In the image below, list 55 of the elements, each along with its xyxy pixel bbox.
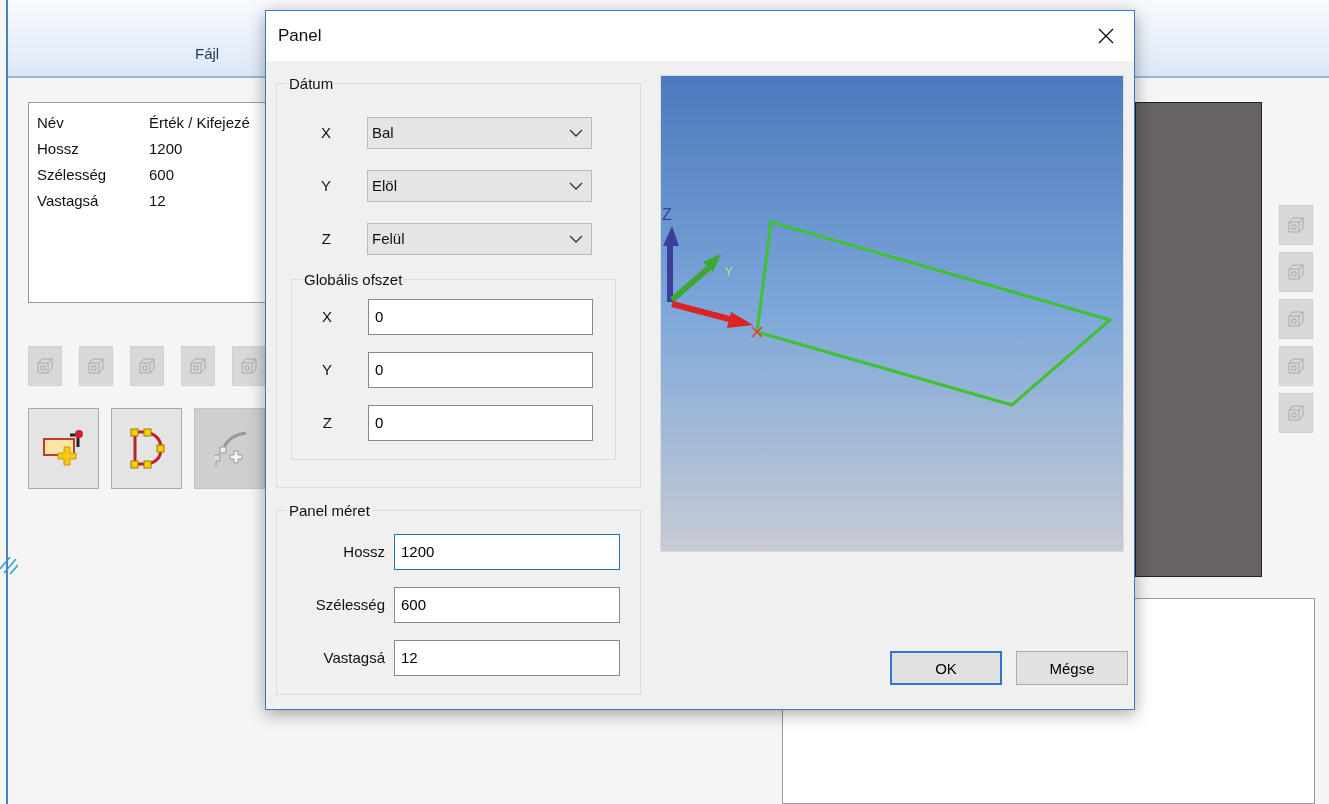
field-label: Z (320, 230, 332, 247)
column-header: Érték / Kifejezé (149, 113, 250, 131)
table-cell: 12 (149, 191, 166, 209)
table-cell-text: Hossz (37, 139, 80, 157)
dropdown[interactable]: Felül (367, 222, 592, 255)
dropdown[interactable]: Elöl (367, 169, 592, 202)
chevron-down-icon (569, 234, 583, 243)
field-label: Z (321, 414, 333, 431)
table-cell-text: Szélesség (37, 165, 108, 183)
cube-icon (87, 357, 105, 375)
cube-icon (36, 357, 54, 375)
axis-label: Z (662, 206, 672, 223)
group-title: Panel méret (288, 502, 371, 519)
column-header: Név (37, 113, 65, 131)
field-label: X (321, 308, 333, 325)
cube-icon (240, 357, 258, 375)
field-label: X (320, 124, 332, 141)
tool-button[interactable] (111, 408, 182, 489)
table-cell: 600 (149, 165, 175, 183)
chevron-down-icon (569, 128, 583, 137)
group-title: Dátum (288, 75, 335, 92)
cube-icon (189, 357, 207, 375)
field-label: Vastagsá (322, 649, 386, 666)
table-cell: 1200 (149, 139, 183, 157)
dialog-button[interactable]: Mégse (1016, 651, 1128, 685)
input-field[interactable]: 0 (368, 351, 593, 388)
close-icon[interactable] (1098, 28, 1114, 44)
file-tab[interactable]: Fájl (195, 45, 220, 62)
cube-icon (1287, 216, 1305, 234)
cube-icon (1287, 310, 1305, 328)
dropdown[interactable]: Bal (367, 116, 592, 149)
group-title: Globális ofszet (303, 271, 404, 288)
axis-label: Y (725, 265, 733, 279)
field-label: Szélesség (314, 596, 386, 613)
y-axis-arrow (670, 254, 721, 303)
panel-add-icon (41, 428, 86, 469)
chevron-down-icon (569, 181, 583, 190)
input-field[interactable]: 0 (368, 298, 593, 335)
field-label: Y (321, 361, 333, 378)
field-label: Y (320, 177, 332, 194)
window-title: Panel (278, 26, 322, 46)
cube-icon (1287, 404, 1305, 422)
field-label: Hossz (342, 543, 386, 560)
cube-icon (1287, 263, 1305, 281)
dialog-button[interactable]: OK (890, 651, 1002, 685)
input-field[interactable]: 1200 (394, 533, 620, 570)
tool-button[interactable] (28, 408, 99, 489)
cube-icon (1287, 357, 1305, 375)
cross-marker-icon (751, 326, 763, 338)
input-field[interactable]: 0 (368, 404, 593, 441)
input-field[interactable]: 12 (394, 639, 620, 676)
cube-icon (138, 357, 156, 375)
hatch-mark-icon (0, 555, 18, 575)
input-field[interactable]: 600 (394, 586, 620, 623)
table-cell-text: Vastagsá (37, 191, 100, 209)
